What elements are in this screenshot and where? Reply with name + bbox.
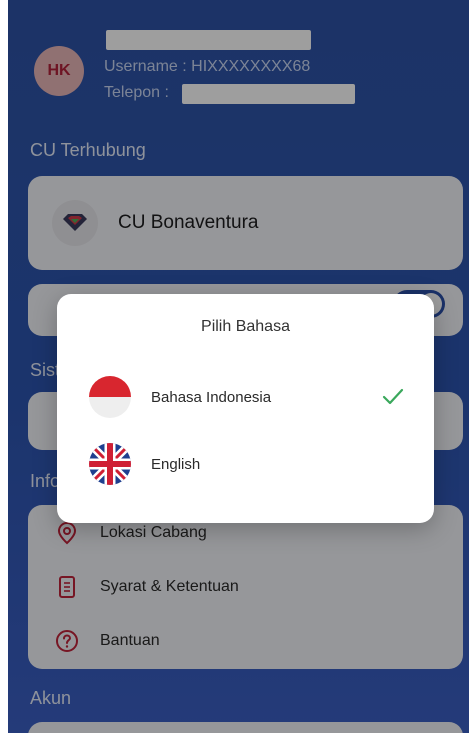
indonesia-flag-icon [89, 376, 131, 418]
language-dialog: Pilih Bahasa Bahasa Indonesia English [57, 294, 434, 523]
language-option-english[interactable]: English [89, 443, 406, 485]
language-option-indonesia[interactable]: Bahasa Indonesia [89, 376, 406, 418]
checkmark-icon [380, 384, 406, 410]
uk-flag-icon [89, 443, 131, 485]
language-label: Bahasa Indonesia [151, 388, 272, 406]
language-label: English [151, 455, 201, 473]
dialog-title: Pilih Bahasa [201, 318, 290, 335]
